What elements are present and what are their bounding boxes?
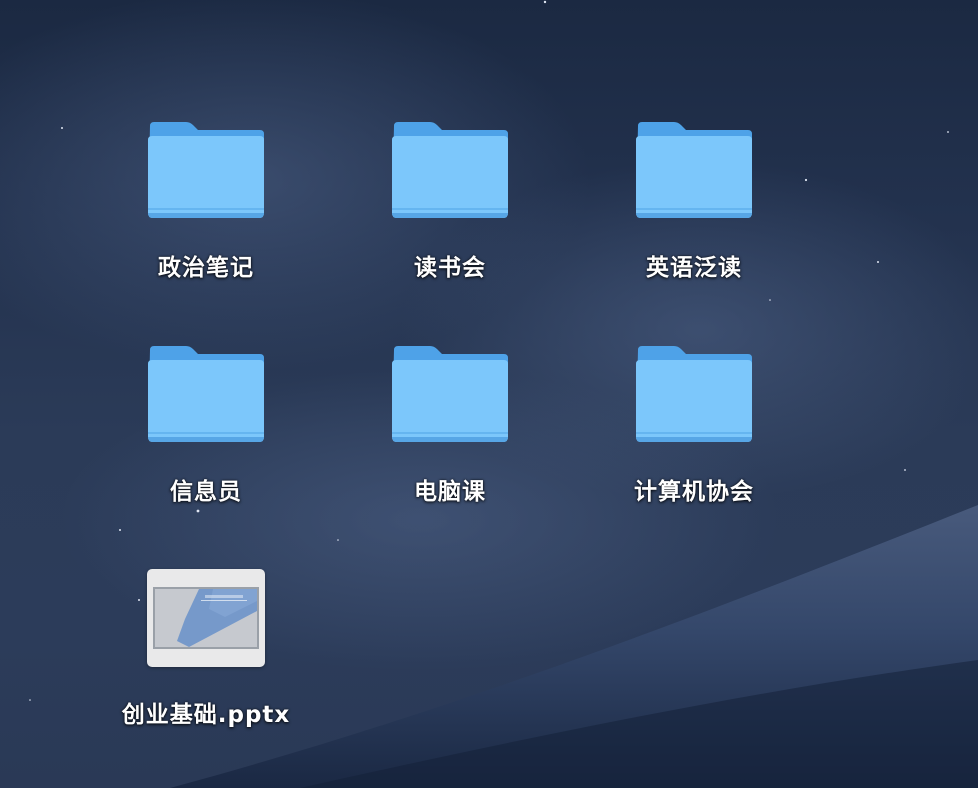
- item-label: 信息员: [170, 479, 242, 505]
- desktop-item-file[interactable]: 创业基础.pptx: [122, 568, 289, 748]
- desktop-item-folder[interactable]: 政治笔记: [126, 120, 286, 300]
- slide-graphic: [177, 589, 257, 647]
- folder-icon: [392, 122, 508, 218]
- slide-preview: [153, 587, 259, 649]
- folder-icon: [636, 122, 752, 218]
- item-label: 英语泛读: [646, 255, 742, 281]
- desktop-item-folder[interactable]: 信息员: [126, 344, 286, 524]
- folder-icon: [148, 122, 264, 218]
- item-label: 电脑课: [414, 479, 486, 505]
- item-label: 读书会: [414, 255, 486, 281]
- folder-icon: [636, 346, 752, 442]
- item-label: 计算机协会: [634, 479, 754, 505]
- folder-icon: [148, 346, 264, 442]
- desktop-item-folder[interactable]: 电脑课: [370, 344, 530, 524]
- item-label: 政治笔记: [158, 255, 254, 281]
- desktop-item-folder[interactable]: 英语泛读: [614, 120, 774, 300]
- pptx-thumbnail-icon: [147, 569, 265, 667]
- folder-icon: [392, 346, 508, 442]
- desktop-item-folder[interactable]: 读书会: [370, 120, 530, 300]
- desktop[interactable]: 政治笔记 读书会 英语泛读 信息员 电脑课 计算机协会 创业基础.pptx: [0, 0, 978, 788]
- item-label: 创业基础.pptx: [121, 702, 291, 728]
- desktop-item-folder[interactable]: 计算机协会: [614, 344, 774, 524]
